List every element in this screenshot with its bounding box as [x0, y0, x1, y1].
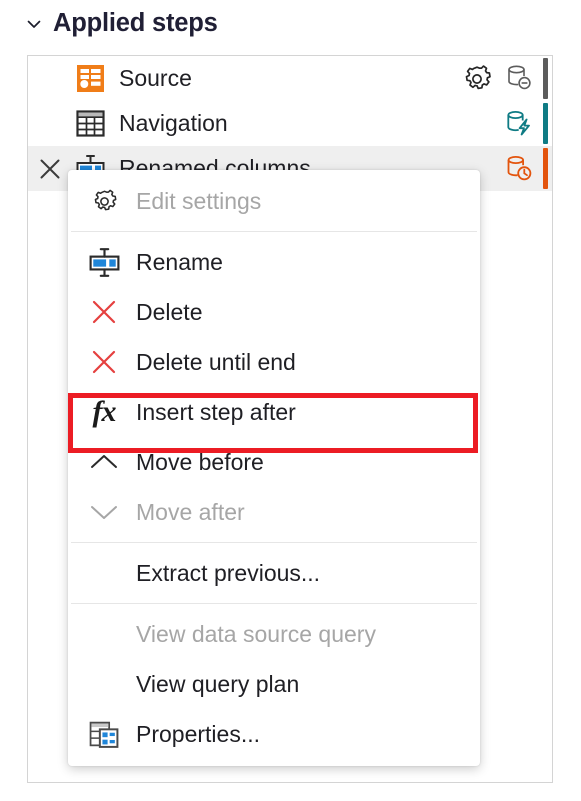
menu-separator — [71, 231, 477, 232]
menu-item-label: Delete until end — [136, 348, 296, 375]
chevron-down-icon — [27, 20, 41, 28]
table-grid-icon — [75, 109, 105, 139]
delete-x-icon — [82, 295, 126, 329]
menu-item-rename[interactable]: Rename — [68, 237, 480, 287]
menu-separator — [71, 603, 477, 604]
menu-item-label: Move after — [136, 498, 245, 525]
menu-item-move-before[interactable]: Move before — [68, 437, 480, 487]
menu-item-label: View query plan — [136, 670, 300, 697]
menu-item-label: Insert step after — [136, 398, 296, 425]
folding-supported-icon[interactable] — [503, 107, 537, 141]
menu-item-label: Move before — [136, 448, 264, 475]
menu-item-label: Properties... — [136, 720, 260, 747]
properties-icon — [82, 717, 126, 751]
step-label: Navigation — [119, 110, 228, 136]
menu-item-label: Delete — [136, 298, 203, 325]
folding-not-supported-icon[interactable] — [503, 62, 537, 96]
menu-item-insert-step-after[interactable]: fx Insert step after — [68, 387, 480, 437]
menu-item-label: Extract previous... — [136, 559, 321, 586]
menu-item-properties[interactable]: Properties... — [68, 709, 480, 759]
source-table-icon — [75, 64, 105, 94]
close-x-icon[interactable] — [28, 146, 72, 191]
menu-item-delete[interactable]: Delete — [68, 287, 480, 337]
fx-icon: fx — [92, 395, 117, 428]
menu-item-label: View data source query — [136, 620, 376, 647]
page-title: Applied steps — [53, 9, 218, 38]
delete-x-icon — [82, 345, 126, 379]
step-row-navigation[interactable]: Navigation — [28, 101, 552, 146]
chevron-down-icon — [82, 495, 126, 529]
menu-item-view-data-source-query[interactable]: View data source query — [68, 609, 480, 659]
menu-item-delete-until-end[interactable]: Delete until end — [68, 337, 480, 387]
menu-item-label: Edit settings — [136, 187, 262, 214]
no-icon-placeholder — [82, 617, 126, 651]
step-fold-bar — [543, 148, 548, 189]
gear-icon[interactable] — [459, 61, 495, 97]
folding-evaluation-icon[interactable] — [503, 152, 537, 186]
menu-item-view-query-plan[interactable]: View query plan — [68, 659, 480, 709]
no-icon-placeholder — [82, 667, 126, 701]
menu-item-move-after[interactable]: Move after — [68, 487, 480, 537]
gear-icon — [82, 184, 126, 218]
menu-separator — [71, 542, 477, 543]
menu-item-edit-settings[interactable]: Edit settings — [68, 176, 480, 226]
step-row-source[interactable]: Source — [28, 56, 552, 101]
menu-item-extract-previous[interactable]: Extract previous... — [68, 548, 480, 598]
menu-item-label: Rename — [136, 248, 223, 275]
applied-steps-header[interactable]: Applied steps — [26, 6, 218, 42]
step-context-menu: Edit settings Rename Delete Delete until… — [68, 170, 480, 766]
chevron-up-icon — [82, 445, 126, 479]
step-fold-bar — [543, 58, 548, 99]
step-label: Source — [119, 65, 192, 91]
no-icon-placeholder — [82, 556, 126, 590]
step-fold-bar — [543, 103, 548, 144]
rename-icon — [82, 245, 126, 279]
